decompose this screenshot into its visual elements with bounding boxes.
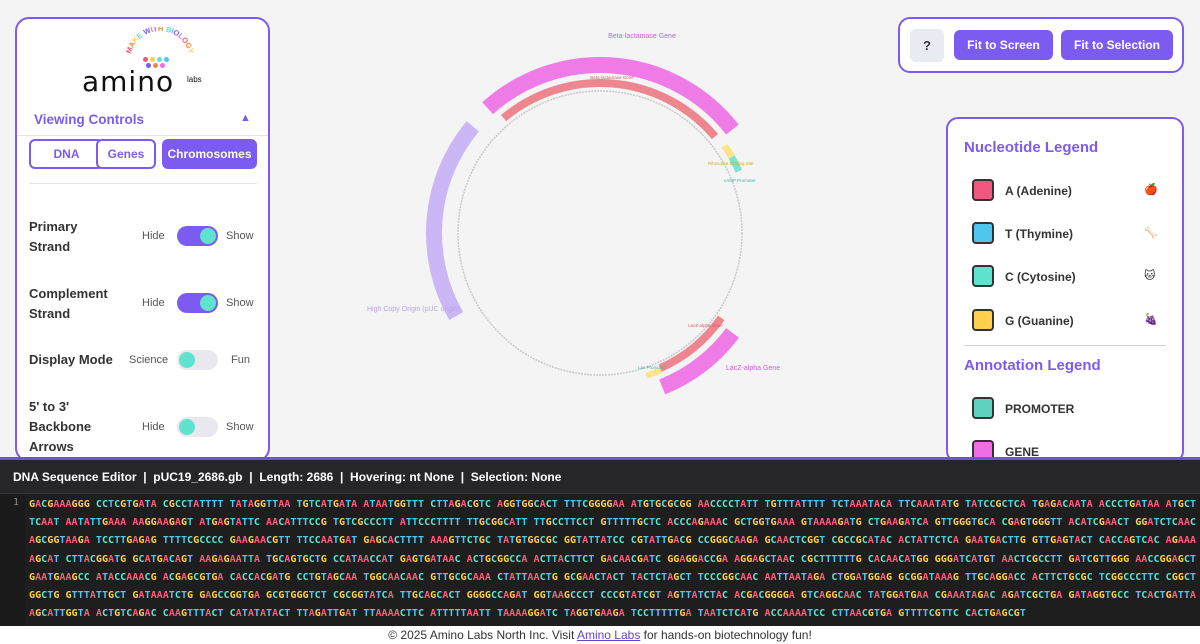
help-button[interactable]: ? xyxy=(910,29,944,62)
thymine-swatch xyxy=(972,222,994,244)
grapes-icon: 🍇 xyxy=(1144,314,1158,326)
display-mode-fun-label: Fun xyxy=(231,354,250,366)
logo-wordmark: amino xyxy=(82,65,175,98)
guanine-swatch xyxy=(972,309,994,331)
logo-suffix: labs xyxy=(187,75,202,84)
adenine-label: A (Adenine) xyxy=(1005,184,1072,198)
line-gutter xyxy=(0,494,25,629)
mode-genes-button[interactable]: Genes xyxy=(96,139,156,169)
cytosine-label: C (Cytosine) xyxy=(1005,270,1076,284)
display-mode-label: Display Mode xyxy=(29,352,113,367)
lac-promoter-label: Lac Promoter xyxy=(638,365,666,370)
complement-strand-show-label: Show xyxy=(226,297,254,309)
backbone-arrows-label: 5' to 3' Backbone Arrows xyxy=(29,399,92,454)
primary-strand-show-label: Show xyxy=(226,230,254,242)
sequence-editor: DNA Sequence Editor | pUC19_2686.gb | Le… xyxy=(0,457,1200,629)
backbone-arrows-toggle[interactable] xyxy=(177,417,218,437)
amino-labs-link[interactable]: Amino Labs xyxy=(577,628,640,642)
promoter-swatch xyxy=(972,397,994,419)
promoter-label: PROMOTER xyxy=(1005,402,1075,416)
beta-lactamase-inner-label: Beta-lactamase Gene xyxy=(590,75,634,80)
controls-divider xyxy=(29,183,257,184)
chevron-up-icon[interactable]: ▲ xyxy=(240,112,251,124)
amino-labs-logo: MAKE WITH BIOLO G Y amino labs xyxy=(17,19,268,104)
camp-promoter-label: cAMP Promoter xyxy=(724,178,756,183)
thymine-label: T (Thymine) xyxy=(1005,227,1073,241)
mode-dna-button[interactable]: DNA xyxy=(29,139,104,169)
primary-strand-hide-label: Hide xyxy=(142,230,165,242)
fit-to-selection-button[interactable]: Fit to Selection xyxy=(1061,30,1173,60)
sequence-text[interactable]: GACGAAAGGG CCTCGTGATA CGCCTATTTT TATAGGT… xyxy=(29,496,1199,623)
display-mode-toggle[interactable] xyxy=(177,350,218,370)
footer-prefix: © 2025 Amino Labs North Inc. Visit xyxy=(388,628,577,642)
guanine-label: G (Guanine) xyxy=(1005,314,1074,328)
viewing-controls-panel: MAKE WITH BIOLO G Y amino labs Viewing Con… xyxy=(15,17,270,462)
lac-promoter-arc[interactable] xyxy=(645,367,663,379)
fit-to-screen-button[interactable]: Fit to Screen xyxy=(954,30,1053,60)
legend-panel: Nucleotide Legend A (Adenine) 🍎 T (Thymi… xyxy=(946,117,1184,463)
mode-chromosomes-button[interactable]: Chromosomes xyxy=(162,139,257,169)
beta-lactamase-gene-label: Beta-lactamase Gene xyxy=(608,33,676,40)
apple-icon: 🍎 xyxy=(1144,184,1158,196)
editor-status-bar: DNA Sequence Editor | pUC19_2686.gb | Le… xyxy=(0,460,1200,494)
complement-strand-label: Complement Strand xyxy=(29,286,108,321)
complement-strand-toggle[interactable] xyxy=(177,293,218,313)
ribosome-site-arc[interactable] xyxy=(721,143,735,159)
plasmid-backbone xyxy=(457,90,743,376)
primary-strand-toggle[interactable] xyxy=(177,226,218,246)
nucleotide-legend-title: Nucleotide Legend xyxy=(964,139,1099,156)
complement-strand-hide-label: Hide xyxy=(142,297,165,309)
high-copy-origin-label: High Copy Origin (pUC origin) xyxy=(367,306,460,313)
plasmid-map[interactable]: Beta-lactamase Gene Beta-lactamase Gene … xyxy=(330,20,890,440)
cat-icon: 🐱 xyxy=(1144,270,1156,282)
sequence-text-area[interactable]: 1 GACGAAAGGG CCTCGTGATA CGCCTATTTT TATAG… xyxy=(0,494,1200,629)
footer-suffix: for hands-on biotechnology fun! xyxy=(640,628,812,642)
lacz-alpha-inner-label: LacZ-alpha Gene xyxy=(688,323,723,328)
view-toolbar: ? Fit to Screen Fit to Selection xyxy=(898,17,1184,73)
high-copy-origin-arc[interactable] xyxy=(426,121,480,320)
adenine-swatch xyxy=(972,179,994,201)
backbone-arrows-show-label: Show xyxy=(226,421,254,433)
ribosome-site-label: Ribosome Binding Site xyxy=(708,161,754,166)
footer: © 2025 Amino Labs North Inc. Visit Amino… xyxy=(0,626,1200,644)
legend-divider xyxy=(964,345,1166,346)
backbone-arrows-hide-label: Hide xyxy=(142,421,165,433)
bone-icon: 🦴 xyxy=(1144,227,1158,239)
annotation-legend-title: Annotation Legend xyxy=(964,357,1101,374)
viewing-controls-header[interactable]: Viewing Controls ▲ xyxy=(17,104,268,136)
cytosine-swatch xyxy=(972,265,994,287)
line-number: 1 xyxy=(13,497,20,508)
lacz-alpha-gene-label: LacZ-alpha Gene xyxy=(726,365,780,372)
primary-strand-label: Primary Strand xyxy=(29,219,78,254)
svg-text:MAKE WITH BIOLOGY: MAKE WITH BIOLO G Y xyxy=(124,27,196,55)
display-mode-science-label: Science xyxy=(129,354,169,366)
viewing-controls-title: Viewing Controls xyxy=(34,112,145,127)
